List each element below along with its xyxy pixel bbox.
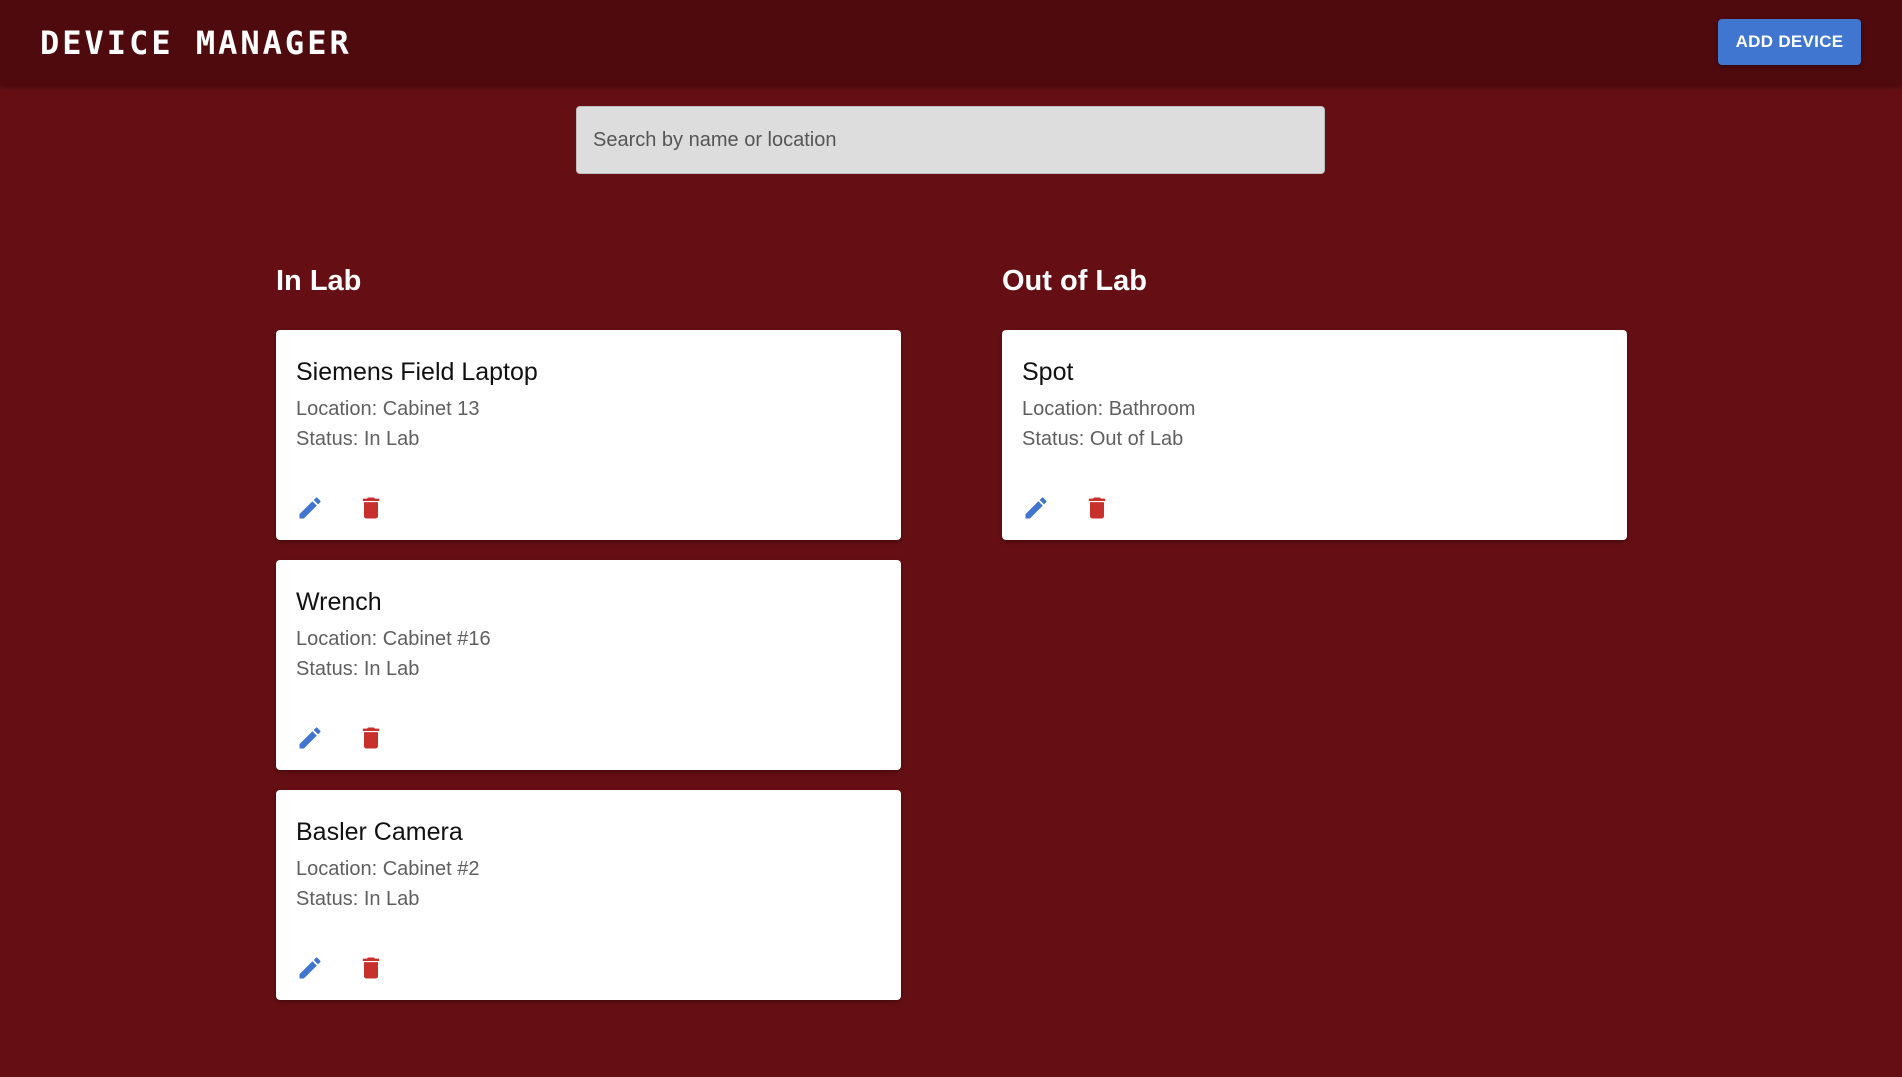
device-name: Siemens Field Laptop [296,358,538,386]
pencil-icon [1025,497,1047,519]
device-location: Location: Bathroom [1022,398,1196,420]
edit-button[interactable] [292,490,328,526]
edit-button[interactable] [292,950,328,986]
delete-button[interactable] [353,490,389,526]
device-status: Status: In Lab [296,658,420,680]
device-card: Basler Camera Location: Cabinet #2 Statu… [276,790,901,1000]
device-location: Location: Cabinet #16 [296,628,491,650]
edit-button[interactable] [292,720,328,756]
add-device-button[interactable]: ADD DEVICE [1718,19,1861,65]
device-location: Location: Cabinet 13 [296,398,480,420]
device-card: Siemens Field Laptop Location: Cabinet 1… [276,330,901,540]
pencil-icon [299,727,321,749]
delete-button[interactable] [1079,490,1115,526]
trash-icon [362,497,380,519]
device-name: Wrench [296,588,382,616]
edit-button[interactable] [1018,490,1054,526]
out-of-lab-heading: Out of Lab [1002,265,1147,297]
trash-icon [362,727,380,749]
device-status: Status: In Lab [296,888,420,910]
trash-icon [1088,497,1106,519]
app-title: Device Manager [40,24,352,62]
device-name: Spot [1022,358,1074,386]
in-lab-heading: In Lab [276,265,362,297]
delete-button[interactable] [353,720,389,756]
device-status: Status: Out of Lab [1022,428,1184,450]
device-status: Status: In Lab [296,428,420,450]
device-card: Wrench Location: Cabinet #16 Status: In … [276,560,901,770]
search-input[interactable] [576,106,1325,174]
pencil-icon [299,957,321,979]
pencil-icon [299,497,321,519]
delete-button[interactable] [353,950,389,986]
device-location: Location: Cabinet #2 [296,858,480,880]
trash-icon [362,957,380,979]
device-card: Spot Location: Bathroom Status: Out of L… [1002,330,1627,540]
app-header: Device Manager ADD DEVICE [0,0,1902,85]
device-name: Basler Camera [296,818,463,846]
